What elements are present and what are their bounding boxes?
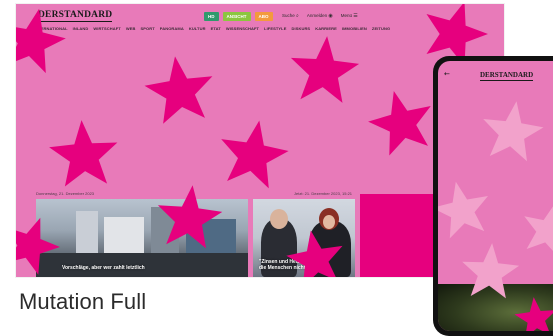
nav-item-kultur[interactable]: KULTUR: [189, 26, 206, 31]
pill-abo[interactable]: ABO: [255, 12, 273, 21]
star-decoration: [483, 101, 543, 161]
header-tools: Suche ⌕ Anmelden ◉ Menü ☰: [282, 12, 358, 20]
pill-ansicht[interactable]: ANSICHT: [223, 12, 251, 21]
star-decoration: [49, 120, 117, 186]
nav-item-karriere[interactable]: KARRIERE: [315, 26, 337, 31]
desktop-mockup: DERSTANDARD HD ANSICHT ABO Suche ⌕ Anmel…: [16, 4, 504, 277]
nav-item-inland[interactable]: INLAND: [73, 26, 89, 31]
star-decoration: [291, 36, 359, 103]
nav-item-sport[interactable]: SPORT: [140, 26, 154, 31]
back-arrow-icon[interactable]: ←: [444, 71, 450, 78]
nav-item-immobilien[interactable]: IMMOBILIEN: [342, 26, 367, 31]
star-decoration: [524, 204, 553, 257]
nav-item-diskurs[interactable]: DISKURS: [292, 26, 311, 31]
star-decoration: [221, 121, 288, 189]
phone-header: ← DERSTANDARD: [438, 61, 553, 83]
login-button[interactable]: Anmelden ◉: [307, 12, 333, 20]
phone-screen: ← DERSTANDARD: [438, 61, 553, 331]
phone-mockup: ← DERSTANDARD: [433, 56, 553, 336]
phone-article-photo[interactable]: [438, 284, 553, 331]
article-photo-people[interactable]: "Zinsen und Heizen die Menschen nicht: [253, 199, 355, 277]
header-pills: HD ANSICHT ABO: [204, 12, 273, 21]
search-icon: ⌕: [296, 13, 299, 19]
date-left: Donnerstag, 21. Dezember 2023: [36, 191, 94, 196]
star-decoration: [438, 182, 488, 239]
person-head: [323, 215, 335, 229]
star-decoration: [368, 91, 431, 156]
search-button[interactable]: Suche ⌕: [282, 12, 299, 20]
nav-item-lifestyle[interactable]: LIFESTYLE: [264, 26, 286, 31]
menu-icon: ☰: [353, 13, 357, 19]
presentation-stage: DERSTANDARD HD ANSICHT ABO Suche ⌕ Anmel…: [0, 0, 553, 332]
phone-logo[interactable]: DERSTANDARD: [480, 71, 533, 81]
menu-button[interactable]: Menü ☰: [341, 12, 358, 20]
nav-item-international[interactable]: INTERNATIONAL: [34, 26, 68, 31]
article-caption-2b[interactable]: die Menschen nicht: [259, 265, 305, 271]
section-nav: INTERNATIONAL INLAND WIRTSCHAFT WEB SPORT PAN…: [34, 26, 390, 31]
article-photo-city[interactable]: Vorschläge, aber wer zahlt letztlich: [36, 199, 248, 277]
user-icon: ◉: [328, 13, 332, 19]
nav-item-panorama[interactable]: PANORAMA: [160, 26, 184, 31]
desktop-header: DERSTANDARD HD ANSICHT ABO Suche ⌕ Anmel…: [16, 4, 504, 36]
nav-item-etat[interactable]: ETAT: [211, 26, 221, 31]
nav-item-wissenschaft[interactable]: WISSENSCHAFT: [226, 26, 259, 31]
article-caption-1[interactable]: Vorschläge, aber wer zahlt letztlich: [62, 265, 145, 271]
variant-label: Mutation Full: [19, 288, 146, 316]
nav-item-wirtschaft[interactable]: WIRTSCHAFT: [93, 26, 120, 31]
person-head: [270, 209, 288, 229]
star-decoration: [145, 56, 213, 123]
desktop-logo[interactable]: DERSTANDARD: [38, 10, 112, 22]
date-right: Jetzt: 21. Dezember 2023, 15:21: [294, 191, 352, 196]
pill-hd[interactable]: HD: [204, 12, 219, 21]
nav-item-zeitung[interactable]: ZEITUNG: [372, 26, 390, 31]
nav-item-web[interactable]: WEB: [126, 26, 136, 31]
